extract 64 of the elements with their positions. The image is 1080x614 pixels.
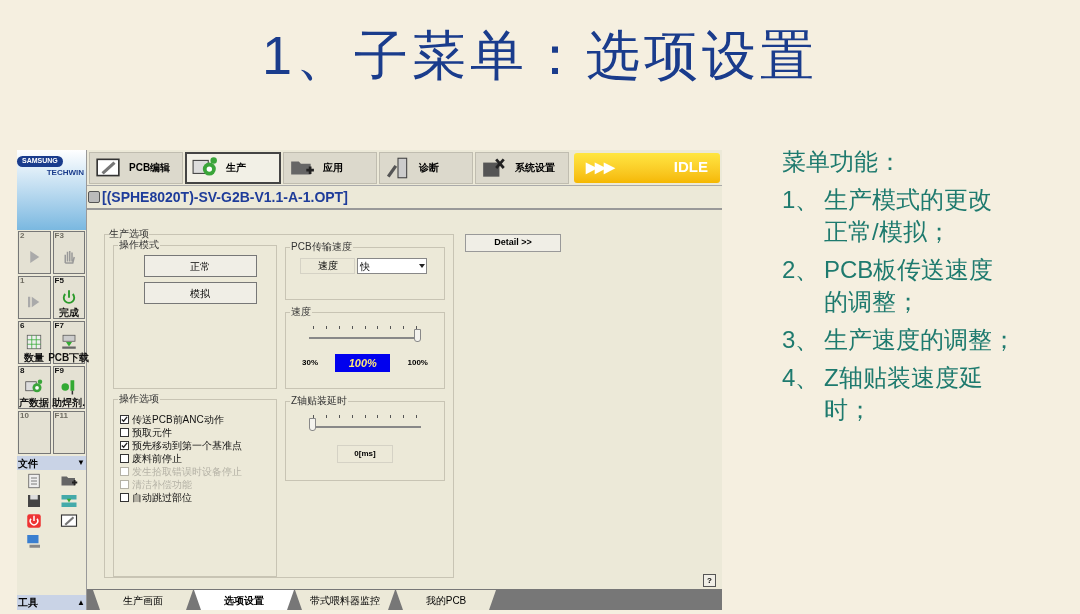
toolbar-tab[interactable]: PCB编辑: [89, 151, 183, 184]
option-checkbox[interactable]: 废料前停止: [120, 452, 276, 465]
tools-section-header[interactable]: 工具 ▲: [17, 595, 86, 610]
detail-button[interactable]: Detail >>: [465, 234, 561, 252]
bottom-tab[interactable]: 我的PCB: [396, 590, 496, 610]
group-title: 操作模式: [118, 239, 160, 251]
group-title: 操作选项: [118, 392, 160, 405]
help-button[interactable]: ?: [703, 574, 716, 587]
status-indicator: ▶▶▶ IDLE: [574, 152, 720, 183]
toolbar-tab[interactable]: 诊断: [379, 151, 473, 184]
speed-readout: 100%: [335, 354, 391, 372]
function-key[interactable]: F5 完成: [52, 276, 85, 319]
grid-icon: [25, 332, 44, 351]
item-number: 2、: [782, 255, 821, 285]
note-text: 的调整；: [824, 287, 921, 317]
file-status-icon: [88, 191, 100, 203]
mode-button[interactable]: 正常: [143, 255, 257, 277]
slider-thumb[interactable]: [309, 418, 316, 431]
group-title: Z轴贴装延时: [290, 395, 349, 407]
logo-subtitle: TECHWIN: [46, 166, 85, 179]
group-title: 速度: [290, 306, 312, 318]
power-button-icon: [25, 512, 44, 530]
file-name: [(SPHE8020T)-SV-G2B-V1.1-A-1.OPT]: [102, 187, 348, 207]
note-text: PCB板传送速度: [824, 255, 994, 285]
mode-button[interactable]: 模拟: [143, 282, 257, 304]
toolbar-tab[interactable]: 生产: [185, 151, 281, 184]
dropdown-caret-icon: [418, 262, 426, 270]
download-icon: [59, 332, 78, 351]
item-number: 1、: [782, 185, 821, 215]
file-section-header[interactable]: 文件 ▼: [17, 456, 86, 470]
option-checkbox[interactable]: 传送PCB前ANC动作: [120, 413, 276, 426]
item-number: 3、: [782, 325, 821, 355]
option-checkbox[interactable]: 预取元件: [120, 426, 276, 439]
option-checkbox[interactable]: 自动跳过部位: [120, 491, 276, 504]
function-key[interactable]: 8 产数据: [18, 366, 51, 409]
bottom-tab[interactable]: 生产画面: [93, 590, 193, 610]
option-checkbox[interactable]: 预先移动到第一个基准点: [120, 439, 276, 452]
group-title: 生产选项: [109, 228, 149, 240]
speed-label: 速度: [300, 258, 355, 274]
note-text: Z轴贴装速度延: [824, 363, 983, 393]
pencil-icon: [59, 512, 78, 530]
min-label: 30%: [302, 357, 318, 369]
group-title: PCB传输速度: [290, 241, 353, 253]
slider-thumb[interactable]: [414, 329, 421, 342]
note-text: 生产模式的更改: [824, 185, 992, 215]
slide-title: 1、子菜单：选项设置: [261, 23, 818, 87]
check-icon: [121, 416, 128, 424]
speed-dropdown[interactable]: 快: [357, 258, 427, 274]
delay-readout: 0[ms]: [337, 445, 393, 463]
bottom-tab[interactable]: 选项设置: [194, 590, 294, 610]
function-key[interactable]: F9 助焊剂.: [52, 366, 85, 409]
note-text: 生产速度的调整；: [824, 325, 1016, 355]
slider[interactable]: [309, 415, 421, 434]
slider[interactable]: [309, 326, 421, 345]
note-text: 正常/模拟；: [824, 217, 952, 247]
toolbar-tab[interactable]: 系统设置: [475, 151, 569, 184]
note-text: 时；: [824, 395, 873, 425]
max-label: 100%: [407, 357, 428, 369]
bottom-tab[interactable]: 带式喂料器监控: [295, 590, 395, 610]
item-number: 4、: [782, 363, 821, 393]
check-icon: [121, 442, 128, 450]
toolbar-tab[interactable]: 应用: [283, 151, 377, 184]
transfer-icon: [59, 492, 78, 510]
notes-heading: 菜单功能：: [782, 147, 903, 177]
